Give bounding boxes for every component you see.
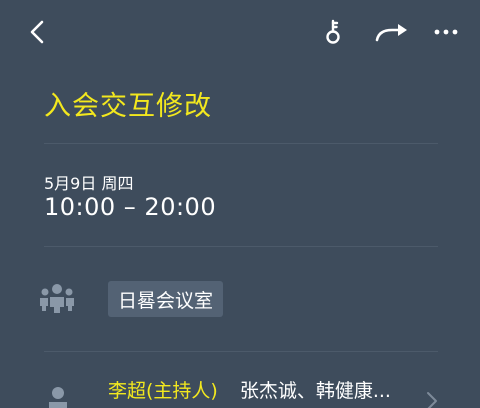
share-button[interactable] <box>370 14 412 50</box>
host-name: 李超(主持人) <box>108 380 218 402</box>
person-icon <box>49 387 67 408</box>
more-dots-icon <box>434 29 458 35</box>
divider <box>44 351 438 352</box>
back-chevron-icon <box>30 20 44 44</box>
participants-row[interactable]: 李超(主持人) 张杰诚、韩健康... <box>108 376 391 403</box>
meeting-title: 入会交互修改 <box>44 91 212 122</box>
divider <box>44 246 438 247</box>
more-button[interactable] <box>428 14 464 50</box>
chevron-right-icon[interactable] <box>424 390 440 408</box>
key-button[interactable] <box>318 14 348 50</box>
back-button[interactable] <box>22 14 52 50</box>
meeting-time-range: 10:00 – 20:00 <box>44 193 217 221</box>
meeting-date: 5月9日 周四 <box>44 174 134 193</box>
other-participants: 张杰诚、韩健康... <box>239 380 391 402</box>
share-arrow-icon <box>375 24 407 42</box>
divider <box>44 143 438 144</box>
meeting-room-chip[interactable]: 日晷会议室 <box>108 281 224 317</box>
meeting-detail-screen: 入会交互修改 5月9日 周四 10:00 – 20:00 日晷会议室 李超(主持… <box>0 0 480 408</box>
key-icon <box>326 19 340 44</box>
attendees-icon <box>40 284 74 313</box>
